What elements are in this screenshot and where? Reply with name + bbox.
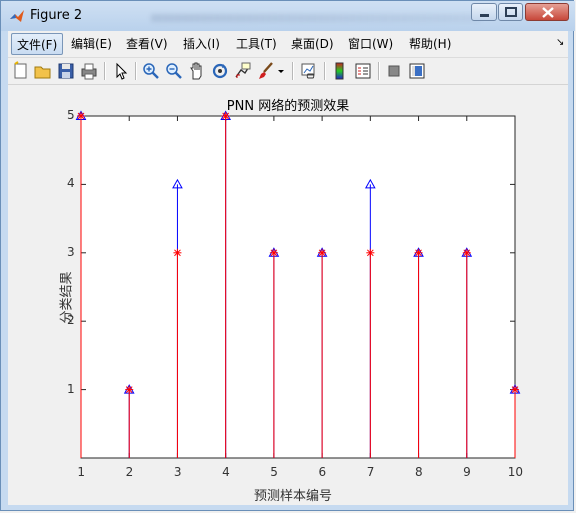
stem-marker-star <box>221 112 230 120</box>
stem-marker-star <box>77 112 85 120</box>
stem-marker-star <box>511 385 519 394</box>
plot-area[interactable] <box>0 0 576 513</box>
stem-marker-star <box>462 248 471 257</box>
stem-marker-star <box>125 385 134 394</box>
stem-marker-star <box>366 248 375 257</box>
stem-marker-star <box>269 248 278 257</box>
stem-marker-star <box>414 248 423 257</box>
stem-marker-star <box>318 248 327 257</box>
stem-marker-star <box>173 248 182 257</box>
axes-box <box>80 115 516 459</box>
